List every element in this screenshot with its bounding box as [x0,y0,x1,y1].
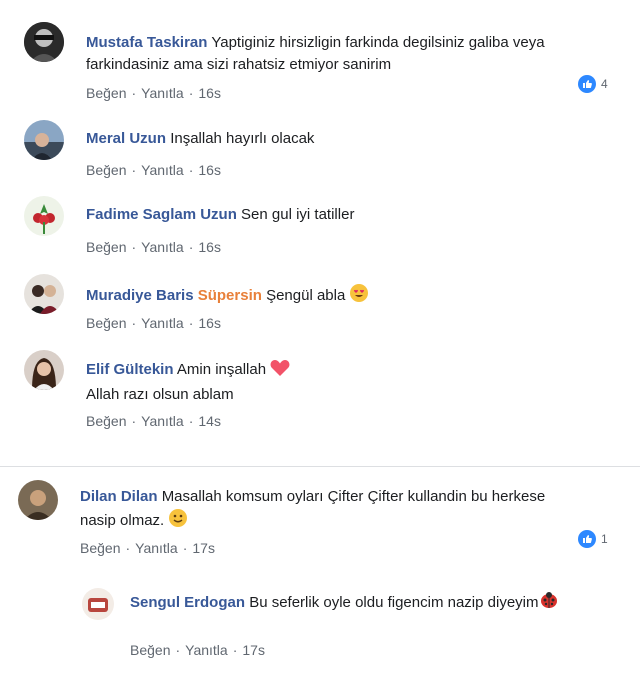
comment-text: nasip olmaz. [80,512,165,529]
comment-body: Sengul Erdogan Bu seferlik oyle oldu fig… [130,590,620,617]
commenter-name[interactable]: Fadime Saglam Uzun [86,206,237,223]
comment-actions: Beğen · Yanıtla · 17s [80,540,215,556]
comment: Elif Gültekin Amin inşallah Allah razı o… [0,343,640,443]
heart-emoji-icon [270,359,290,384]
comment-text: Allah razı olsun ablam [86,386,234,403]
like-link[interactable]: Beğen [86,239,126,255]
reaction-summary[interactable]: 4 [578,75,608,93]
avatar-image [24,120,64,160]
comment: Meral Uzun Inşallah hayırlı olacak Beğen… [0,110,640,190]
reply-link[interactable]: Yanıtla [141,413,184,429]
commenter-name[interactable]: Meral Uzun [86,130,166,147]
comment-actions: Beğen · Yanıtla · 17s [130,642,265,658]
comment-text: Amin inşallah [176,361,267,378]
comment-text: Inşallah hayırlı olacak [170,130,315,147]
commenter-name[interactable]: Dilan Dilan [80,488,158,505]
avatar-image [18,480,58,520]
avatar[interactable] [24,196,64,236]
avatar[interactable] [24,274,64,314]
comment-actions: Beğen · Yanıtla · 16s [86,239,221,255]
like-link[interactable]: Beğen [86,162,126,178]
like-icon [578,75,596,93]
avatar-image [24,22,64,62]
reply-link[interactable]: Yanıtla [141,315,184,331]
reply-link[interactable]: Yanıtla [185,642,228,658]
comment: Fadime Saglam Uzun Sen gul iyi tatiller … [0,188,640,268]
comment-text: Masallah komsum oyları Çifter Çifter kul… [161,488,546,505]
reply-link[interactable]: Yanıtla [141,85,184,101]
timestamp[interactable]: 16s [198,315,221,331]
reply-link[interactable]: Yanıtla [141,239,184,255]
like-link[interactable]: Beğen [86,315,126,331]
reply-comment: Sengul Erdogan Bu seferlik oyle oldu fig… [0,580,640,670]
comment-body: Mustafa Taskiran Yaptiginiz hirsizligin … [86,32,606,76]
comment-body: Muradiye Baris Süpersin Şengül abla [86,283,606,310]
timestamp[interactable]: 16s [198,162,221,178]
avatar[interactable] [82,588,114,620]
comment: Mustafa Taskiran Yaptiginiz hirsizligin … [0,0,640,120]
timestamp[interactable]: 16s [198,239,221,255]
like-icon [578,530,596,548]
commenter-name[interactable]: Mustafa Taskiran [86,34,207,51]
avatar[interactable] [18,480,58,520]
comment-text: Bu seferlik oyle oldu figencim nazip diy… [249,594,539,611]
comment: Dilan Dilan Masallah komsum oyları Çifte… [0,470,640,570]
comment-actions: Beğen · Yanıtla · 16s [86,315,221,331]
comment-body: Elif Gültekin Amin inşallah Allah razı o… [86,359,606,406]
comment-body: Dilan Dilan Masallah komsum oyları Çifte… [80,486,620,535]
comment-actions: Beğen · Yanıtla · 14s [86,413,221,429]
comment-text: farkindasiniz ama sizi rahatsiz etmiyor … [86,56,392,73]
avatar[interactable] [24,350,64,390]
comment-actions: Beğen · Yanıtla · 16s [86,162,221,178]
comment-text: Sen gul iyi tatiller [241,206,355,223]
comment: Muradiye Baris Süpersin Şengül abla Beğe… [0,265,640,345]
avatar[interactable] [24,120,64,160]
thread-divider [0,466,640,467]
timestamp[interactable]: 17s [192,540,215,556]
reply-link[interactable]: Yanıtla [141,162,184,178]
reaction-count: 4 [601,77,608,91]
commenter-name[interactable]: Sengul Erdogan [130,594,245,611]
like-link[interactable]: Beğen [86,413,126,429]
commenter-name[interactable]: Elif Gültekin [86,361,174,378]
tag-text: Süpersin [197,287,262,304]
timestamp[interactable]: 16s [198,85,221,101]
avatar-image [24,350,64,390]
reply-link[interactable]: Yanıtla [135,540,178,556]
avatar-image [82,588,114,620]
commenter-name[interactable]: Muradiye Baris [86,287,194,304]
ladybug-emoji-icon [539,590,559,617]
reaction-count: 1 [601,532,608,546]
like-link[interactable]: Beğen [80,540,120,556]
heart-eyes-emoji-icon [349,283,369,310]
comment-actions: Beğen · Yanıtla · 16s [86,85,221,101]
comment-body: Fadime Saglam Uzun Sen gul iyi tatiller [86,204,606,226]
smile-emoji-icon [168,508,188,535]
reaction-summary[interactable]: 1 [578,530,608,548]
comment-text: Şengül abla [266,287,346,304]
comment-text: Yaptiginiz hirsizligin farkinda degilsin… [211,34,545,51]
comment-body: Meral Uzun Inşallah hayırlı olacak [86,128,606,150]
like-link[interactable]: Beğen [86,85,126,101]
timestamp[interactable]: 14s [198,413,221,429]
avatar-image [24,274,64,314]
like-link[interactable]: Beğen [130,642,170,658]
avatar-image [24,196,64,236]
avatar[interactable] [24,22,64,62]
timestamp[interactable]: 17s [242,642,265,658]
